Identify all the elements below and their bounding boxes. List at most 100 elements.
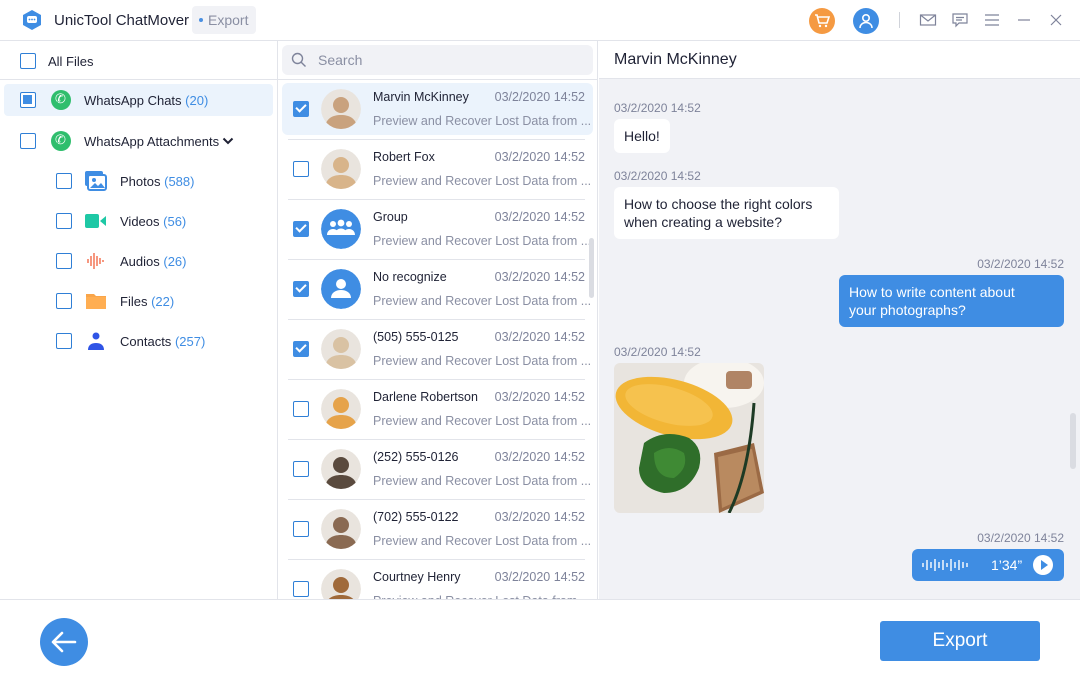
sidebar-item-files[interactable]: Files (22)	[0, 285, 278, 317]
chat-list-item[interactable]: (505) 555-0125 03/2/2020 14:52 Preview and…	[282, 323, 593, 375]
contact-avatar	[321, 509, 361, 549]
files-checkbox[interactable]	[56, 293, 72, 309]
all-files-checkbox[interactable]	[20, 53, 36, 69]
mail-icon[interactable]	[919, 11, 937, 29]
label-text: Videos	[120, 214, 160, 229]
person-avatar-icon	[321, 269, 361, 309]
chat-checkbox[interactable]	[293, 581, 309, 597]
back-button[interactable]	[40, 618, 88, 666]
chat-checkbox[interactable]	[293, 161, 309, 177]
chat-time: 03/2/2020 14:52	[494, 210, 585, 224]
whatsapp-attachments-checkbox[interactable]	[20, 133, 36, 149]
audios-checkbox[interactable]	[56, 253, 72, 269]
chat-checkbox[interactable]	[293, 401, 309, 417]
title-bar: UnicTool ChatMover Export	[0, 0, 1080, 41]
export-button[interactable]: Export	[880, 621, 1040, 661]
chat-checkbox[interactable]	[293, 521, 309, 537]
search-box[interactable]	[282, 45, 593, 75]
row-divider	[288, 379, 585, 380]
chat-list-scrollbar[interactable]	[589, 238, 594, 298]
chat-name: Darlene Robertson	[373, 390, 478, 404]
chat-list-panel: Marvin McKinney 03/2/2020 14:52 Preview an…	[278, 41, 598, 599]
message-bubble-outgoing: How to write content about your photogra…	[839, 275, 1064, 327]
close-icon[interactable]	[1047, 11, 1065, 29]
whatsapp-chats-checkbox[interactable]	[20, 92, 36, 108]
conversation-scrollbar[interactable]	[1070, 413, 1076, 469]
app-logo-icon	[23, 10, 41, 30]
item-count: (56)	[163, 214, 187, 229]
voice-duration: 1’34”	[991, 557, 1023, 573]
titlebar-divider	[899, 12, 900, 28]
sidebar-item-photos[interactable]: Photos (588)	[0, 165, 278, 197]
cart-button[interactable]	[809, 8, 835, 34]
contact-avatar	[321, 149, 361, 189]
whatsapp-icon	[51, 131, 71, 151]
photos-icon	[85, 171, 107, 191]
voice-message[interactable]: 1’34”	[912, 549, 1064, 581]
conversation-header: Marvin McKinney	[599, 41, 1080, 79]
chat-name: Courtney Henry	[373, 570, 461, 584]
chevron-down-icon[interactable]	[222, 136, 234, 146]
row-divider	[288, 559, 585, 560]
video-icon	[85, 214, 106, 228]
chat-list-item[interactable]: Group 03/2/2020 14:52 Preview and Recover …	[282, 203, 593, 255]
arrow-left-icon	[51, 631, 77, 653]
contact-icon	[88, 332, 104, 350]
whatsapp-chats-label: WhatsApp Chats (20)	[84, 93, 208, 108]
conversation-title: Marvin McKinney	[614, 51, 737, 68]
menu-icon[interactable]	[983, 11, 1001, 29]
chat-time: 03/2/2020 14:52	[494, 450, 585, 464]
item-count: (588)	[164, 174, 195, 189]
minimize-icon[interactable]	[1015, 11, 1033, 29]
chat-preview: Preview and Recover Lost Data from ...	[373, 174, 592, 188]
all-files-row[interactable]: All Files	[0, 41, 277, 80]
search-input[interactable]	[318, 50, 578, 70]
chat-preview: Preview and Recover Lost Data from ...	[373, 294, 592, 308]
chat-preview: Preview and Recover Lost Data from ...	[373, 534, 592, 548]
chat-list-item[interactable]: Marvin McKinney 03/2/2020 14:52 Preview an…	[282, 83, 593, 135]
chat-list-item[interactable]: (702) 555-0122 03/2/2020 14:52 Preview and…	[282, 503, 593, 555]
videos-checkbox[interactable]	[56, 213, 72, 229]
sidebar-item-videos[interactable]: Videos (56)	[0, 205, 278, 237]
label-text: Photos	[120, 174, 161, 189]
audio-icon	[87, 253, 104, 269]
chat-checkbox[interactable]	[293, 341, 309, 357]
play-icon[interactable]	[1033, 555, 1053, 575]
chat-checkbox[interactable]	[293, 281, 309, 297]
footer-bar: Export	[0, 599, 1080, 680]
sidebar-item-whatsapp-chats[interactable]: WhatsApp Chats (20)	[4, 84, 273, 116]
contact-avatar	[321, 329, 361, 369]
row-divider	[288, 439, 585, 440]
item-count: (26)	[163, 254, 187, 269]
contacts-checkbox[interactable]	[56, 333, 72, 349]
photos-checkbox[interactable]	[56, 173, 72, 189]
category-sidebar: All Files WhatsApp Chats (20) WhatsApp A…	[0, 41, 278, 599]
contact-avatar	[321, 569, 361, 599]
chat-time: 03/2/2020 14:52	[494, 570, 585, 584]
account-button[interactable]	[853, 8, 879, 34]
chat-list-item[interactable]: No recognize 03/2/2020 14:52 Preview and R…	[282, 263, 593, 315]
search-icon	[291, 52, 306, 67]
app-title: UnicTool ChatMover	[54, 12, 190, 29]
sidebar-item-whatsapp-attachments[interactable]: WhatsApp Attachments	[0, 125, 278, 157]
chat-preview: Preview and Recover Lost Data from ...	[373, 354, 592, 368]
message-line: How to write content about	[849, 284, 1015, 300]
contact-avatar	[321, 449, 361, 489]
search-divider	[278, 79, 597, 80]
label-text: Audios	[120, 254, 160, 269]
label-text: Contacts	[120, 334, 172, 349]
row-divider	[288, 259, 585, 260]
chat-name: (505) 555-0125	[373, 330, 459, 344]
chat-checkbox[interactable]	[293, 101, 309, 117]
chat-list-item[interactable]: Darlene Robertson 03/2/2020 14:52 Preview …	[282, 383, 593, 435]
image-message[interactable]	[614, 363, 764, 513]
feedback-icon[interactable]	[951, 11, 969, 29]
sidebar-item-contacts[interactable]: Contacts (257)	[0, 325, 278, 357]
chat-checkbox[interactable]	[293, 221, 309, 237]
sidebar-item-audios[interactable]: Audios (26)	[0, 245, 278, 277]
chat-list-item[interactable]: Robert Fox 03/2/2020 14:52 Preview and Rec…	[282, 143, 593, 195]
row-divider	[288, 499, 585, 500]
chat-list-item[interactable]: (252) 555-0126 03/2/2020 14:52 Preview and…	[282, 443, 593, 495]
chat-checkbox[interactable]	[293, 461, 309, 477]
chat-list-item[interactable]: Courtney Henry03/2/2020 14:52Preview and…	[282, 563, 593, 599]
